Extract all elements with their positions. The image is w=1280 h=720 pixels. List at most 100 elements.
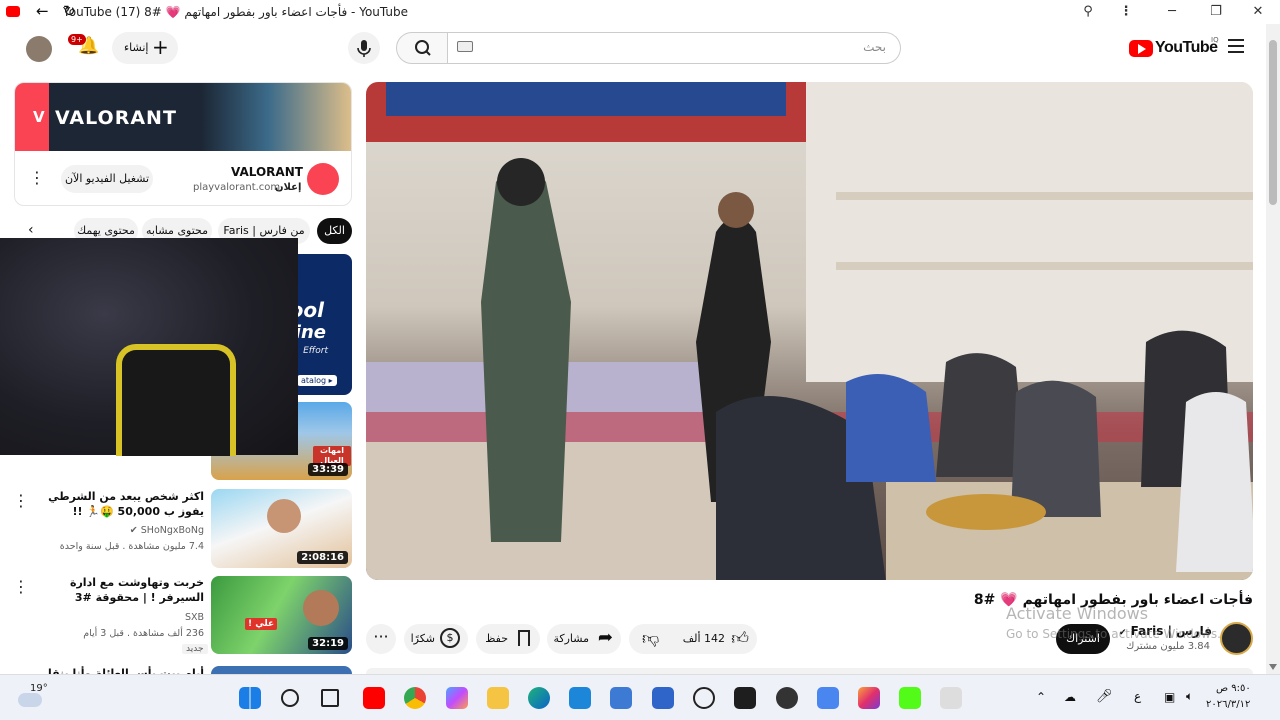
video-player[interactable] — [366, 82, 1253, 580]
search-icon — [415, 40, 431, 56]
video-title[interactable]: خربت وتهاوشت مع ادارة السيرفر ! | محقوقة… — [30, 575, 204, 605]
dislike-icon: 👎︎ — [642, 629, 660, 649]
activate-windows-title: Activate Windows — [1006, 604, 1149, 623]
video-menu-icon[interactable]: ⋮ — [13, 579, 29, 595]
create-label: إنشاء — [124, 41, 149, 54]
ad-banner[interactable]: V VALORANT — [15, 83, 351, 151]
thumb-text-catalog: atalog ▸ — [297, 375, 337, 386]
weather-temp: 19° — [30, 683, 48, 694]
clock-time[interactable]: ٩:٥٠ ص — [1216, 683, 1251, 694]
ad-card[interactable]: V VALORANT VALORANT playvalorant.com إعل… — [14, 82, 352, 206]
zoom-icon[interactable]: ⚲ — [1078, 2, 1098, 22]
scroll-down-arrow[interactable] — [1269, 664, 1277, 670]
minimize-button[interactable]: ─ — [1162, 2, 1182, 22]
kick-icon[interactable] — [899, 687, 921, 709]
hamburger-menu-icon[interactable] — [1228, 39, 1244, 53]
video-thumb[interactable]: علي ! 32:19 — [211, 576, 352, 654]
video-menu-icon[interactable]: ⋮ — [13, 493, 29, 509]
input-language[interactable]: ع — [1134, 689, 1141, 703]
tab-title: YouTube - فأجات اعضاء باور بفطور امهاتهم… — [63, 5, 408, 19]
like-count: 142 ألف — [682, 632, 725, 645]
avatar[interactable] — [26, 36, 52, 62]
thanks-label: شكرًا — [410, 632, 435, 645]
channel-avatar[interactable] — [1220, 622, 1253, 655]
youtube-logo[interactable]: YouTube IQ — [1129, 36, 1219, 60]
video-channel[interactable]: SXB — [34, 610, 204, 625]
chip-all[interactable]: الكل — [317, 218, 352, 244]
back-icon[interactable]: ← — [36, 2, 49, 20]
youtube-header: 🔔 9+ إنشاء + بحث YouTube IQ — [0, 24, 1266, 74]
translate-icon[interactable] — [817, 687, 839, 709]
channel-name: SHoNgxBoNg — [140, 525, 204, 536]
share-icon: ➦ — [597, 627, 613, 648]
share-button[interactable]: ➦ مشاركة — [547, 624, 621, 654]
like-button[interactable]: 👍︎ 142 ألف — [668, 624, 757, 654]
chips-prev-icon[interactable]: ‹ — [28, 222, 34, 238]
microphone-icon — [357, 40, 371, 57]
thanks-button[interactable]: $ شكرًا — [404, 624, 468, 654]
volume-icon[interactable]: 🔈︎ — [1186, 689, 1193, 704]
dislike-button[interactable]: 👎︎ — [640, 626, 666, 652]
task-view-icon[interactable] — [321, 689, 339, 707]
store-icon[interactable] — [610, 687, 632, 709]
video-duration: 2:08:16 — [297, 551, 348, 564]
plus-icon: + — [152, 35, 169, 59]
app-icon[interactable] — [652, 687, 674, 709]
video-title[interactable]: اكثر شخص يبعد من الشرطي يفوز ب 50,000 🤑🏃… — [34, 489, 204, 519]
more-actions-button[interactable]: ··· — [366, 624, 396, 654]
subscriber-count: 3.84 مليون مشترك — [1126, 641, 1210, 652]
display-icon[interactable]: ▣ — [1164, 690, 1175, 704]
whatsapp-icon[interactable] — [734, 687, 756, 709]
file-explorer-icon[interactable] — [487, 687, 509, 709]
weather-icon[interactable] — [18, 693, 42, 707]
ad-cta-button[interactable]: تشغيل الفيديو الآن — [61, 165, 153, 193]
keyboard-icon[interactable] — [457, 41, 473, 52]
video-title[interactable]: أيام بيت بأس العائلة وأنا ينقل ... عائلي — [30, 666, 204, 674]
menu-dots-icon[interactable]: ⋮ — [1116, 2, 1136, 22]
video-thumb[interactable] — [211, 666, 352, 674]
share-label: مشاركة — [553, 632, 589, 645]
scrollbar-thumb[interactable] — [1269, 40, 1277, 205]
country-code: IQ — [1211, 36, 1219, 44]
ad-menu-icon[interactable]: ⋮ — [29, 170, 45, 186]
instagram-icon[interactable] — [858, 687, 880, 709]
windows-taskbar: 19° ⌃ ☁ 🎤︎ ع ▣ 🔈︎ ٩:٥٠ ص ٢٠٢٦/٣/١٢ — [0, 674, 1280, 720]
thumb-face — [303, 590, 339, 626]
clock-date[interactable]: ٢٠٢٦/٣/١٢ — [1206, 699, 1250, 710]
video-frame — [366, 82, 1253, 580]
windows-start-icon[interactable] — [239, 687, 261, 709]
voice-search-button[interactable] — [348, 32, 380, 64]
photos-icon[interactable] — [569, 687, 591, 709]
valorant-logo-icon: V — [33, 108, 45, 126]
chatgpt-icon[interactable] — [693, 687, 715, 709]
video-duration: 32:19 — [308, 637, 348, 650]
youtube-play-triangle — [1138, 44, 1146, 54]
copilot-icon[interactable] — [446, 687, 468, 709]
youtube-favicon — [6, 6, 20, 17]
maximize-button[interactable]: ❐ — [1206, 2, 1226, 22]
network-icon[interactable]: ☁ — [1064, 690, 1076, 704]
tray-overflow-icon[interactable]: ⌃ — [1036, 690, 1046, 704]
video-meta: 236 ألف مشاهدة . قبل 3 أيام — [83, 628, 204, 639]
thanks-icon: $ — [440, 628, 460, 648]
youtube-app-icon[interactable] — [363, 687, 385, 709]
video-channel[interactable]: SHoNgxBoNg ✔ — [34, 523, 204, 538]
search-input[interactable]: بحث — [447, 32, 901, 64]
notification-count-badge: 9+ — [68, 34, 86, 45]
chrome-icon[interactable] — [404, 687, 426, 709]
close-button[interactable]: ✕ — [1248, 2, 1268, 22]
taskbar-search-icon[interactable] — [281, 689, 299, 707]
rockstar-icon[interactable] — [940, 687, 962, 709]
save-button[interactable]: حفظ — [476, 624, 540, 654]
logo-text: YouTube — [1155, 39, 1218, 56]
mic-tray-icon[interactable]: 🎤︎ — [1096, 689, 1113, 704]
page-scrollbar[interactable] — [1266, 24, 1280, 674]
search-button[interactable] — [396, 32, 448, 64]
webcam-overlay — [0, 238, 298, 456]
video-thumb[interactable]: 2:08:16 — [211, 489, 352, 568]
create-button[interactable]: إنشاء + — [112, 32, 178, 64]
edge-icon[interactable] — [528, 687, 550, 709]
activate-windows-subtitle: Go to Settings to activate Windows. — [1006, 627, 1221, 641]
obs-icon[interactable] — [776, 687, 798, 709]
ad-domain: playvalorant.com — [193, 182, 281, 193]
